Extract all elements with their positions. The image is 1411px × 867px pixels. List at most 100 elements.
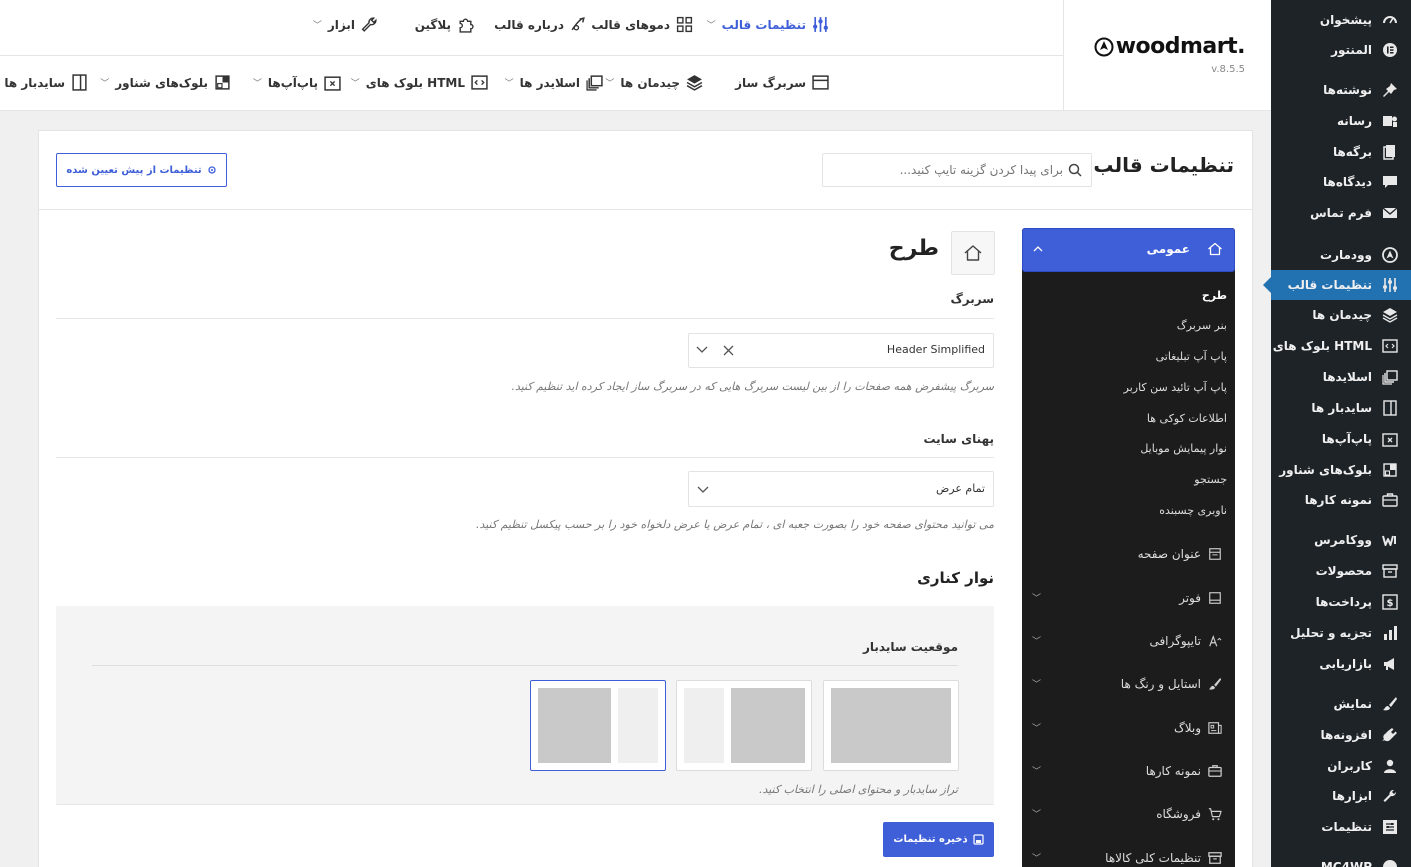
- wp-menu-item[interactable]: اسلایدها: [1271, 362, 1411, 392]
- layout-option-no-sidebar[interactable]: [823, 680, 959, 771]
- settings-sub-item[interactable]: اطلاعات کوکی ها: [1147, 412, 1227, 425]
- wp-menu-item[interactable]: رسانه: [1271, 106, 1411, 136]
- wp-menu-label: افزونه‌ها: [1320, 728, 1372, 742]
- wp-menu-item[interactable]: دیدگاه‌ها: [1271, 167, 1411, 197]
- mail-icon: [1380, 203, 1400, 223]
- wp-menu-label: بلوک‌های شناور: [1279, 463, 1372, 477]
- header-builder-icon: [812, 74, 829, 91]
- top-nav-item[interactable]: ﹀ پاپ‌آپ‌ها: [253, 74, 341, 91]
- wp-menu-item[interactable]: وودمارت: [1271, 240, 1411, 270]
- sidebar-block: [618, 688, 658, 763]
- wp-menu-item[interactable]: محصولات: [1271, 556, 1411, 586]
- wp-menu-item[interactable]: ووکامرس: [1271, 525, 1411, 555]
- top-nav-item[interactable]: ﹀ بلوک های HTML: [351, 74, 488, 91]
- woodmart-outline-icon: [570, 16, 587, 33]
- top-nav-item[interactable]: سربرگ ساز: [735, 74, 829, 91]
- wp-menu-item[interactable]: تنظیمات: [1271, 812, 1411, 842]
- wp-menu-item[interactable]: نمایش: [1271, 689, 1411, 719]
- wp-menu-item[interactable]: پیشخوان: [1271, 5, 1411, 35]
- wp-menu-item[interactable]: بلوک های HTML: [1271, 331, 1411, 361]
- wp-menu-item[interactable]: برگه‌ها: [1271, 137, 1411, 167]
- wp-menu-item[interactable]: سایدبار ها: [1271, 393, 1411, 423]
- wp-menu-item[interactable]: MC4WP: [1271, 852, 1411, 867]
- chevron-up-icon[interactable]: [1033, 245, 1043, 252]
- wp-menu-item[interactable]: فرم تماس: [1271, 198, 1411, 228]
- reset-defaults-button[interactable]: تنظیمات از پیش تعیین شده: [56, 153, 227, 187]
- wp-menu-label: پرداخت‌ها: [1315, 595, 1372, 609]
- top-nav-item[interactable]: ﹀سایدبار ها: [0, 74, 88, 91]
- wp-menu-item[interactable]: افزونه‌ها: [1271, 720, 1411, 750]
- settings-section-item[interactable]: ﹀ فوتر: [1022, 577, 1235, 619]
- divider: [92, 665, 958, 666]
- wp-menu-item[interactable]: پاپ‌آپ‌ها: [1271, 424, 1411, 454]
- settings-sub-item[interactable]: پاپ آپ تبلیغاتی: [1156, 350, 1227, 363]
- width-select-value: تمام عرض: [935, 482, 985, 495]
- settings-sub-item[interactable]: بنر سربرگ: [1177, 319, 1227, 332]
- settings-section-item[interactable]: ﹀ وبلاگ: [1022, 707, 1235, 749]
- wp-menu-label: محصولات: [1315, 564, 1372, 578]
- layout-option-sidebar-left[interactable]: [676, 680, 812, 771]
- wp-menu-item[interactable]: پرداخت‌ها $: [1271, 587, 1411, 617]
- clear-icon[interactable]: [723, 345, 734, 356]
- settings-sub-item[interactable]: جستجو: [1194, 473, 1227, 486]
- wp-menu-item[interactable]: تنظیمات قالب: [1263, 270, 1411, 300]
- content-block: [538, 688, 611, 763]
- wp-menu-item[interactable]: نوشته‌ها: [1271, 75, 1411, 105]
- top-nav-item[interactable]: ﹀ ابزار: [313, 16, 378, 33]
- wp-menu-label: تنظیمات: [1321, 820, 1372, 834]
- settings-sub-item[interactable]: ناوبری چسبنده: [1159, 504, 1227, 517]
- wp-menu-label: کاربران: [1327, 759, 1372, 773]
- top-nav-item[interactable]: پلاگین: [415, 16, 474, 33]
- chevron-down-icon[interactable]: [696, 346, 708, 354]
- width-select[interactable]: تمام عرض: [688, 471, 994, 507]
- top-nav-row-1: ﹀ تنظیمات قالب دموهای قالب درباره قالب پلاگی…: [0, 0, 1063, 56]
- settings-sub-item[interactable]: نوار پیمایش موبایل: [1140, 442, 1227, 455]
- wp-menu-item[interactable]: تجزیه و تحلیل: [1271, 618, 1411, 648]
- layout-option-sidebar-right[interactable]: [530, 680, 666, 771]
- mc4wp-icon: [1380, 857, 1400, 867]
- settings-nav-general[interactable]: عمومی: [1022, 228, 1235, 272]
- settings-section-item[interactable]: ﹀ استایل و رنگ ها: [1022, 663, 1235, 705]
- wp-menu-item[interactable]: بازاریابی: [1271, 649, 1411, 679]
- settings-section-item[interactable]: ﹀ تنظیمات کلی کالاها: [1022, 837, 1235, 867]
- wp-menu-item[interactable]: بلوک‌های شناور: [1271, 455, 1411, 485]
- chevron-down-icon: ﹀: [504, 79, 514, 89]
- wp-menu-item[interactable]: المنتور: [1271, 35, 1411, 65]
- settings-section-label: تنظیمات کلی کالاها: [1105, 851, 1201, 865]
- top-nav-item[interactable]: ﹀ تنظیمات قالب: [707, 16, 829, 33]
- slides-icon: [586, 74, 603, 91]
- search-input[interactable]: [831, 154, 1063, 186]
- top-nav-item[interactable]: ﹀ چیدمان ها: [605, 74, 703, 91]
- chevron-down-icon: ﹀: [252, 79, 262, 89]
- top-nav-label: ابزار: [327, 17, 355, 32]
- settings-section-item[interactable]: عنوان صفحه: [1022, 533, 1235, 575]
- wp-menu-item[interactable]: نمونه کارها: [1271, 485, 1411, 515]
- header-select[interactable]: Header Simplified: [688, 333, 994, 368]
- user-icon: [1380, 756, 1400, 776]
- home-icon: [963, 243, 983, 263]
- top-nav-item[interactable]: درباره قالب: [494, 16, 587, 33]
- settings-sub-item[interactable]: طرح: [1202, 289, 1227, 302]
- wp-menu-item[interactable]: کاربران: [1271, 751, 1411, 781]
- wp-menu-item[interactable]: چیدمان ها: [1271, 300, 1411, 330]
- chevron-down-icon[interactable]: [697, 486, 709, 494]
- cart-icon: [1207, 806, 1223, 822]
- search-box: [822, 153, 1092, 187]
- chevron-down-icon: ﹀: [1032, 637, 1042, 647]
- top-nav-item[interactable]: ﹀ اسلایدر ها: [505, 74, 603, 91]
- gear-icon: [207, 165, 217, 175]
- settings-section-item[interactable]: ﹀ تایپوگرافی: [1022, 620, 1235, 662]
- save-settings-button[interactable]: ذخیره تنظیمات: [883, 822, 994, 857]
- settings-icon: [1380, 817, 1400, 837]
- top-nav-item[interactable]: دموهای قالب: [591, 16, 693, 33]
- woodmart-logo[interactable]: woodmart.: [1094, 34, 1246, 59]
- settings-sub-item[interactable]: پاپ آپ تائید سن کاربر: [1124, 381, 1227, 394]
- width-field-help: می توانید محتوای صفحه خود را بصورت جعبه …: [475, 518, 994, 531]
- settings-section-item[interactable]: ﹀ فروشگاه: [1022, 793, 1235, 835]
- top-nav-item[interactable]: ﹀ بلوک‌های شناور: [100, 74, 231, 91]
- wp-menu-item[interactable]: ابزارها: [1271, 781, 1411, 811]
- page-title-icon: [1207, 546, 1223, 562]
- settings-section-item[interactable]: ﹀ نمونه کارها: [1022, 750, 1235, 792]
- svg-text:$: $: [1387, 598, 1394, 609]
- wp-menu-label: بازاریابی: [1319, 657, 1372, 671]
